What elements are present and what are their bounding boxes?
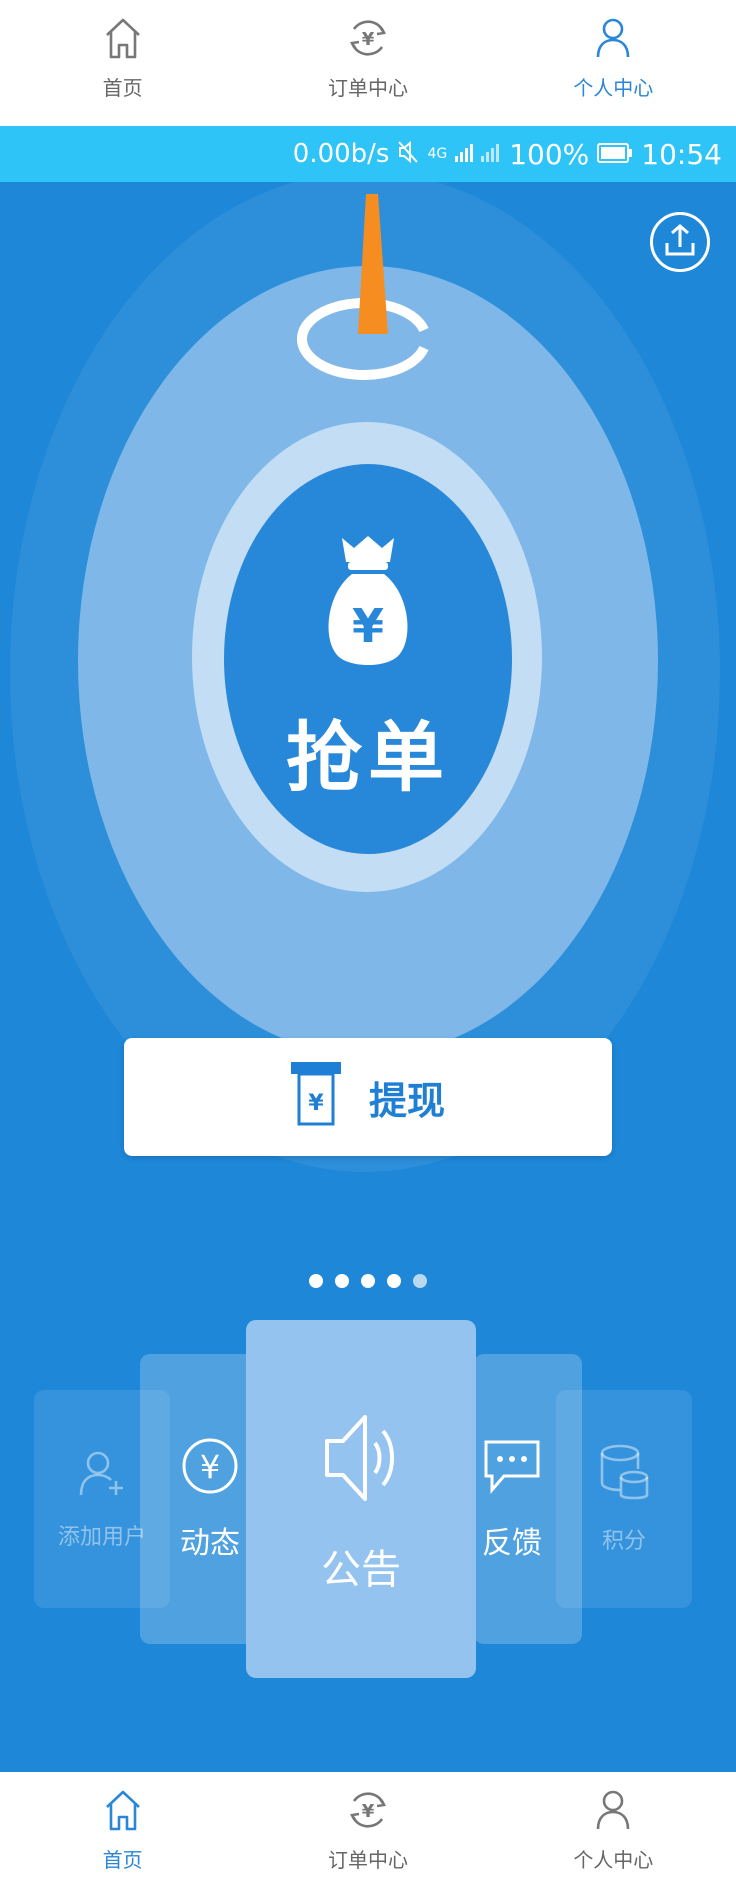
top-tab-home[interactable]: 首页 (0, 0, 245, 126)
grab-order-button[interactable]: ¥ 抢单 (224, 464, 512, 854)
home-icon (101, 12, 145, 64)
mute-icon (397, 138, 419, 171)
carousel-dot-active[interactable] (413, 1274, 427, 1288)
battery-percent: 100% (509, 137, 590, 171)
user-icon (591, 1784, 635, 1836)
bottom-tab-home[interactable]: 首页 (0, 1772, 245, 1894)
chat-icon (482, 1436, 542, 1504)
top-tab-orders[interactable]: ¥ 订单中心 (245, 0, 490, 126)
carousel-dot[interactable] (387, 1274, 401, 1288)
signal-type: 4G (427, 146, 448, 162)
yuan-circle-icon: ¥ (180, 1436, 240, 1504)
top-tab-bar: 首页 ¥ 订单中心 个人中心 (0, 0, 736, 126)
withdraw-label: 提现 (368, 1078, 445, 1123)
bottom-tab-bar: 首页 ¥ 订单中心 个人中心 (0, 1772, 736, 1894)
bottom-tab-profile[interactable]: 个人中心 (491, 1772, 736, 1894)
top-tab-profile[interactable]: 个人中心 (491, 0, 736, 126)
card-label: 积分 (601, 1529, 646, 1554)
top-tab-orders-label: 订单中心 (327, 76, 408, 100)
pointer-needle (358, 194, 388, 334)
main-panel: ¥ 抢单 ¥ 提现 添加用户 ¥ 动态 反馈 积分 公告 (0, 182, 736, 1772)
svg-text:¥: ¥ (308, 1091, 324, 1116)
card-label: 反馈 (482, 1526, 542, 1561)
yuan-cycle-icon: ¥ (346, 12, 390, 64)
carousel-dot[interactable] (335, 1274, 349, 1288)
coins-icon (598, 1443, 650, 1509)
top-tab-profile-label: 个人中心 (573, 76, 654, 100)
carousel-dot[interactable] (361, 1274, 375, 1288)
net-speed: 0.00b/s (292, 139, 390, 169)
carousel-card-points[interactable]: 积分 (556, 1390, 692, 1608)
yuan-cycle-icon: ¥ (346, 1784, 390, 1836)
add-user-icon (78, 1447, 126, 1505)
signal-icon (455, 138, 501, 171)
home-icon (101, 1784, 145, 1836)
withdraw-button[interactable]: ¥ 提现 (124, 1038, 612, 1156)
top-tab-home-label: 首页 (102, 76, 143, 100)
bottom-tab-home-label: 首页 (102, 1848, 143, 1872)
battery-icon (597, 138, 633, 171)
bottom-tab-orders-label: 订单中心 (327, 1848, 408, 1872)
upload-icon (664, 223, 696, 261)
svg-text:¥: ¥ (362, 1801, 375, 1822)
bottom-tab-orders[interactable]: ¥ 订单中心 (245, 1772, 490, 1894)
svg-text:¥: ¥ (362, 29, 375, 50)
card-label: 公告 (321, 1547, 401, 1593)
speaker-icon (321, 1403, 401, 1523)
grab-order-label: 抢单 (286, 713, 450, 802)
share-button[interactable] (650, 212, 710, 272)
carousel-dot[interactable] (309, 1274, 323, 1288)
carousel-indicator (0, 1274, 736, 1288)
bottom-tab-profile-label: 个人中心 (573, 1848, 654, 1872)
card-label: 添加用户 (57, 1525, 146, 1550)
user-icon (591, 12, 635, 64)
withdraw-icon: ¥ (290, 1062, 341, 1132)
money-bag-icon: ¥ (320, 532, 416, 682)
status-bar: 0.00b/s 4G 100% 10:54 (0, 126, 736, 182)
carousel-card-notice[interactable]: 公告 (246, 1320, 476, 1678)
svg-text:¥: ¥ (352, 599, 384, 653)
clock: 10:54 (641, 137, 722, 171)
svg-text:¥: ¥ (200, 1448, 220, 1486)
card-label: 动态 (180, 1526, 240, 1561)
